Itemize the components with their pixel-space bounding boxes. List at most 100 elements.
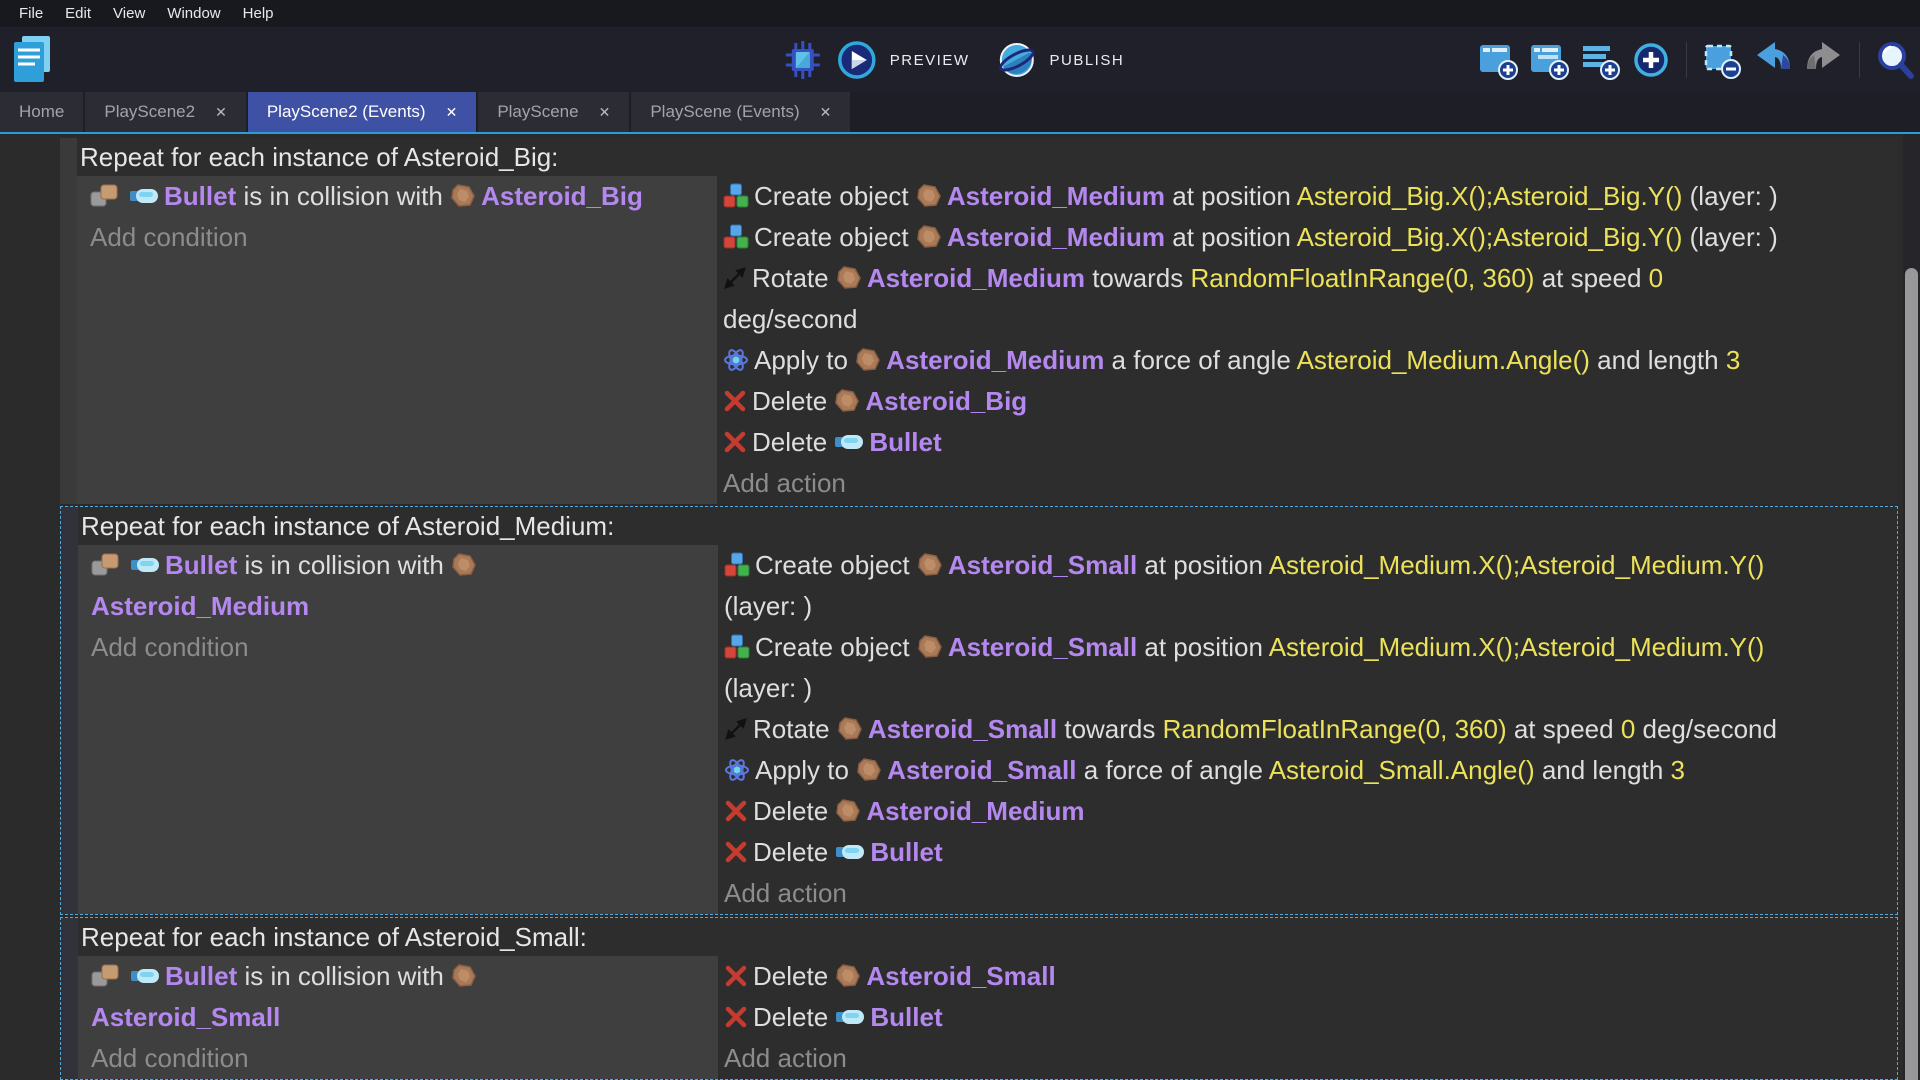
tab-home[interactable]: Home xyxy=(0,92,83,132)
menu-item-window[interactable]: Window xyxy=(156,5,231,22)
action-row[interactable]: Create object Asteroid_Medium at positio… xyxy=(723,217,1898,258)
asteroid-icon xyxy=(916,183,942,209)
object-name: Asteroid_Small xyxy=(868,714,1057,744)
redo-icon[interactable] xyxy=(1803,39,1845,81)
actions-column: Create object Asteroid_Medium at positio… xyxy=(717,176,1898,504)
add-action-button[interactable]: Add action xyxy=(723,463,1898,504)
instruction-text: at speed xyxy=(1534,263,1648,293)
action-row[interactable]: Apply to Asteroid_Medium a force of angl… xyxy=(723,340,1898,381)
action-row[interactable]: Create object Asteroid_Medium at positio… xyxy=(723,176,1898,217)
tab-bar: Home PlayScene2 ✕ PlayScene2 (Events) ✕ … xyxy=(0,92,1920,135)
close-icon[interactable]: ✕ xyxy=(215,104,227,121)
action-row-line: Create object Asteroid_Medium at positio… xyxy=(723,217,1898,258)
event-repeat-header[interactable]: Repeat for each instance of Asteroid_Sma… xyxy=(78,918,1897,956)
instruction-text: Delete xyxy=(752,427,834,457)
add-condition-button[interactable]: Add condition xyxy=(90,217,717,258)
close-icon[interactable]: ✕ xyxy=(820,104,832,121)
toolbar-separator xyxy=(1686,42,1687,78)
action-row[interactable]: Apply to Asteroid_Small a force of angle… xyxy=(724,750,1897,791)
action-row[interactable]: Create object Asteroid_Small at position… xyxy=(724,627,1897,709)
event-drag-handle[interactable] xyxy=(60,138,77,504)
menu-item-file[interactable]: File xyxy=(8,5,54,22)
delete-icon xyxy=(723,389,747,413)
asteroid-icon xyxy=(451,552,477,578)
add-subevent-icon[interactable] xyxy=(1528,39,1570,81)
action-row[interactable]: Rotate Asteroid_Small towards RandomFloa… xyxy=(724,709,1897,750)
add-comment-icon[interactable] xyxy=(1579,39,1621,81)
event-block[interactable]: Repeat for each instance of Asteroid_Sma… xyxy=(60,917,1898,1080)
event-drag-handle[interactable] xyxy=(61,918,78,1079)
menu-item-view[interactable]: View xyxy=(102,5,156,22)
condition-row-line: Bullet is in collision with Asteroid_Big xyxy=(90,176,717,217)
bullet-icon xyxy=(130,968,160,984)
preview-button[interactable]: PREVIEW xyxy=(890,52,970,69)
expression-parameter: 0 xyxy=(1621,714,1635,744)
event-repeat-header[interactable]: Repeat for each instance of Asteroid_Big… xyxy=(77,138,1898,176)
instruction-text: at position xyxy=(1165,181,1297,211)
instruction-text: (layer: ) xyxy=(1682,222,1777,252)
expression-parameter: Asteroid_Small.Angle() xyxy=(1269,755,1535,785)
add-event-circle-icon[interactable] xyxy=(1630,39,1672,81)
tab-playscene[interactable]: PlayScene ✕ xyxy=(478,92,629,132)
condition-row[interactable]: Bullet is in collision with Asteroid_Med… xyxy=(91,545,718,627)
action-row[interactable]: Delete Asteroid_Big xyxy=(723,381,1898,422)
asteroid-icon xyxy=(836,265,862,291)
instruction-text: Delete xyxy=(753,837,835,867)
object-name: Asteroid_Medium xyxy=(947,181,1165,211)
gdevelop-logo-icon[interactable] xyxy=(10,34,54,91)
close-icon[interactable]: ✕ xyxy=(599,104,611,121)
action-row[interactable]: Delete Asteroid_Small xyxy=(724,956,1897,997)
vertical-scrollbar-thumb[interactable] xyxy=(1905,268,1918,1080)
debug-icon[interactable] xyxy=(782,39,824,81)
menu-item-help[interactable]: Help xyxy=(232,5,285,22)
event-drag-handle[interactable] xyxy=(61,507,78,914)
action-row-line: Delete Bullet xyxy=(724,997,1897,1038)
create-icon xyxy=(724,634,750,660)
undo-icon[interactable] xyxy=(1752,39,1794,81)
condition-row[interactable]: Bullet is in collision with Asteroid_Big xyxy=(90,176,717,217)
action-row[interactable]: Delete Asteroid_Medium xyxy=(724,791,1897,832)
instruction-text: Create object xyxy=(755,550,917,580)
action-row[interactable]: Create object Asteroid_Small at position… xyxy=(724,545,1897,627)
condition-row-line: Bullet is in collision with xyxy=(91,545,718,586)
asteroid-icon xyxy=(917,634,943,660)
condition-row[interactable]: Bullet is in collision with Asteroid_Sma… xyxy=(91,956,718,1038)
event-block[interactable]: Repeat for each instance of Asteroid_Med… xyxy=(60,506,1898,915)
instruction-text: (layer: ) xyxy=(724,591,812,621)
close-icon[interactable]: ✕ xyxy=(446,104,458,121)
vertical-scrollbar-track[interactable] xyxy=(1903,134,1920,1080)
asteroid-icon xyxy=(450,183,476,209)
action-row[interactable]: Delete Bullet xyxy=(724,997,1897,1038)
event-block[interactable]: Repeat for each instance of Asteroid_Big… xyxy=(60,138,1898,504)
publish-globe-icon[interactable] xyxy=(995,39,1037,81)
tab-playscene2[interactable]: PlayScene2 ✕ xyxy=(85,92,245,132)
instruction-text: Create object xyxy=(755,632,917,662)
search-icon[interactable] xyxy=(1874,39,1916,81)
action-row[interactable]: Delete Bullet xyxy=(723,422,1898,463)
add-action-button[interactable]: Add action xyxy=(724,1038,1897,1079)
action-row[interactable]: Rotate Asteroid_Medium towards RandomFlo… xyxy=(723,258,1898,340)
object-name: Asteroid_Medium xyxy=(947,222,1165,252)
remove-event-icon[interactable] xyxy=(1701,39,1743,81)
menu-item-edit[interactable]: Edit xyxy=(54,5,102,22)
object-name: Asteroid_Big xyxy=(481,181,643,211)
action-row[interactable]: Delete Bullet xyxy=(724,832,1897,873)
collision-icon xyxy=(91,963,125,989)
add-condition-button[interactable]: Add condition xyxy=(91,627,718,668)
action-row-line: Rotate Asteroid_Small towards RandomFloa… xyxy=(724,709,1897,750)
instruction-text: Create object xyxy=(754,181,916,211)
event-repeat-header[interactable]: Repeat for each instance of Asteroid_Med… xyxy=(78,507,1897,545)
add-condition-button[interactable]: Add condition xyxy=(91,1038,718,1079)
delete-icon xyxy=(723,430,747,454)
instruction-text: at position xyxy=(1137,632,1269,662)
preview-play-icon[interactable] xyxy=(836,39,878,81)
add-action-button[interactable]: Add action xyxy=(724,873,1897,914)
publish-button[interactable]: PUBLISH xyxy=(1049,52,1124,69)
collision-icon xyxy=(90,183,124,209)
tab-playscene-events[interactable]: PlayScene (Events) ✕ xyxy=(631,92,850,132)
object-name: Asteroid_Small xyxy=(887,755,1076,785)
add-event-icon[interactable] xyxy=(1477,39,1519,81)
instruction-text: Delete xyxy=(753,1002,835,1032)
tab-playscene2-events[interactable]: PlayScene2 (Events) ✕ xyxy=(248,92,476,132)
object-name: Asteroid_Medium xyxy=(867,263,1085,293)
